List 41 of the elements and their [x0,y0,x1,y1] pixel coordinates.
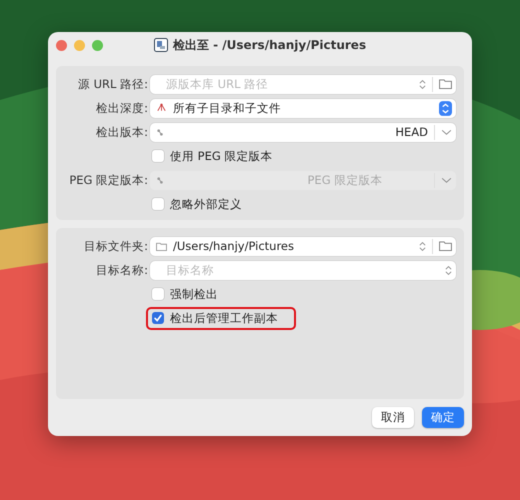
checkbox-label: 忽略外部定义 [170,196,242,212]
checkbox[interactable] [152,198,164,210]
field-placeholder: 源版本库 URL 路径 [165,76,270,92]
field-placeholder: PEG 限定版本 [306,172,384,188]
checkbox[interactable] [152,288,164,300]
checkbox[interactable] [152,312,164,324]
revision-icon [156,176,165,184]
field-placeholder: 目标名称 [165,262,215,278]
folder-icon[interactable] [439,241,452,251]
field-value: 所有子目录和子文件 [173,100,282,116]
folder-icon [156,242,167,250]
revision-icon [156,128,165,136]
checkbox-label: 强制检出 [170,286,218,302]
field-label: 检出深度: [96,100,148,114]
zoom-icon[interactable] [92,40,103,50]
window-title: 检出至 - /Users/hanjy/Pictures [172,36,366,54]
folder-icon[interactable] [439,79,452,89]
popup-button[interactable]: 所有子目录和子文件 [150,98,456,118]
ok-button[interactable]: 确定 [422,407,464,428]
checkbox-label: 使用 PEG 限定版本 [170,148,272,164]
stepper-icon [419,78,426,90]
stepper-icon [445,264,452,276]
field-label: 目标名称: [96,262,148,276]
cancel-button[interactable]: 取消 [372,407,414,428]
minimize-icon[interactable] [74,40,85,50]
stepper-icon [439,100,452,116]
field-label: 目标文件夹: [84,238,148,252]
field-value: /Users/hanjy/Pictures [173,239,295,253]
app-icon [154,38,168,52]
revision-field[interactable]: HEAD [150,122,456,142]
field-value: HEAD [395,125,428,139]
tree-icon [156,103,167,113]
field-label: 源 URL 路径: [78,76,148,90]
combo-field[interactable]: /Users/hanjy/Pictures [150,236,456,256]
close-icon[interactable] [56,40,67,50]
field-label: 检出版本: [96,124,148,138]
checkbox[interactable] [152,150,164,162]
field-label: PEG 限定版本: [69,172,148,186]
checkbox-label: 检出后管理工作副本 [170,310,278,326]
stepper-icon [419,240,426,252]
chevron-icon[interactable] [441,128,452,136]
